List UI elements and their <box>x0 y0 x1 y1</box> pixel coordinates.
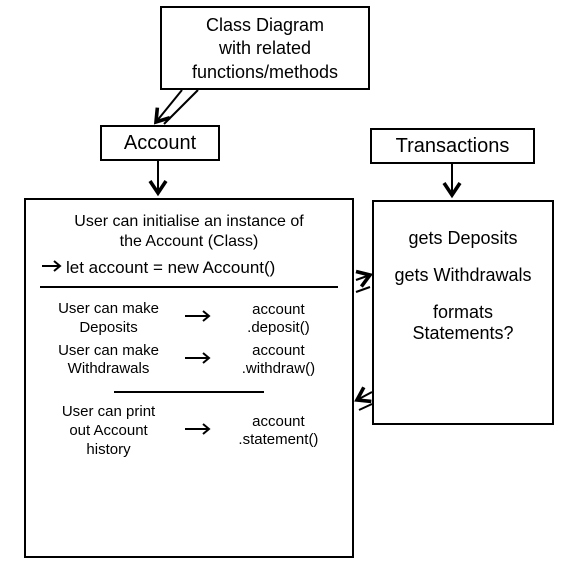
transactions-line-2: gets Withdrawals <box>380 265 546 286</box>
account-class-label-text: Account <box>124 132 196 154</box>
account-method-statement: User can print out Account history accou… <box>40 403 338 459</box>
t: .withdraw() <box>242 360 315 377</box>
account-init-code-row: let account = new Account() <box>40 258 338 278</box>
t: User can print <box>62 403 155 420</box>
t: Deposits <box>79 319 137 336</box>
transactions-line-1: gets Deposits <box>380 228 546 249</box>
method-desc: User can print out Account history <box>40 403 177 459</box>
arrow-inline-icon <box>183 351 213 370</box>
arrow-inline-icon <box>183 309 213 328</box>
divider-major <box>40 286 338 288</box>
method-code: account .withdraw() <box>219 342 338 378</box>
method-code: account .statement() <box>219 413 338 449</box>
t: account <box>252 413 305 430</box>
title-line1: Class Diagram <box>170 14 360 37</box>
account-method-deposit: User can make Deposits account .deposit(… <box>40 300 338 338</box>
account-init-desc: User can initialise an instance of the A… <box>40 212 338 252</box>
method-desc: User can make Withdrawals <box>40 342 177 380</box>
t: account <box>252 342 305 359</box>
title-box: Class Diagram with related functions/met… <box>160 6 370 90</box>
t: User can make <box>58 342 159 359</box>
account-class-body: User can initialise an instance of the A… <box>24 198 354 558</box>
arrow-inline-icon <box>40 258 66 278</box>
t: User can make <box>58 300 159 317</box>
t: Withdrawals <box>68 360 150 377</box>
transactions-line-3: formats <box>380 302 546 323</box>
t: history <box>86 441 130 458</box>
t: .statement() <box>238 431 318 448</box>
t: out Account <box>69 422 147 439</box>
method-desc: User can make Deposits <box>40 300 177 338</box>
t: .deposit() <box>247 319 310 336</box>
account-init-desc-b: the Account (Class) <box>120 233 259 250</box>
method-code: account .deposit() <box>219 301 338 337</box>
title-line2: with related <box>170 37 360 60</box>
arrow-inline-icon <box>183 422 213 441</box>
transactions-class-label-text: Transactions <box>396 135 510 157</box>
transactions-line-4: Statements? <box>380 323 546 344</box>
account-method-withdraw: User can make Withdrawals account .withd… <box>40 342 338 380</box>
title-line3: functions/methods <box>170 61 360 84</box>
account-init-desc-a: User can initialise an instance of <box>74 213 303 230</box>
diagram-stage: Class Diagram with related functions/met… <box>0 0 568 574</box>
transactions-class-body: gets Deposits gets Withdrawals formats S… <box>372 200 554 425</box>
account-init-code: let account = new Account() <box>66 258 275 277</box>
account-class-label: Account <box>100 125 220 161</box>
transactions-class-label: Transactions <box>370 128 535 164</box>
t: account <box>252 301 305 318</box>
divider-minor <box>114 391 264 393</box>
